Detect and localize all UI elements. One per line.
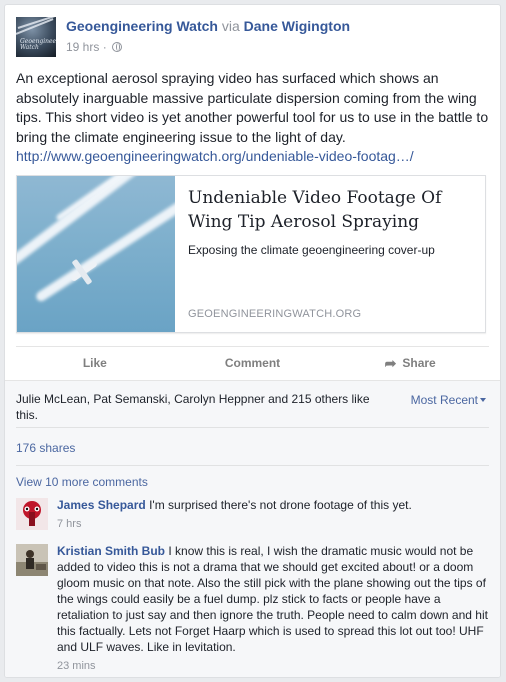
link-preview-description: Exposing the climate geoengineering cove…: [188, 243, 435, 257]
post-actions-bar: Like Comment ➦ Share: [16, 346, 489, 379]
comment-label: Comment: [224, 356, 281, 370]
post-author-line: Geoengineering Watch via Dane Wigington: [66, 18, 350, 34]
view-more-comments-link[interactable]: View 10 more comments: [16, 475, 148, 489]
link-preview-title[interactable]: Undeniable Video Footage Of Wing Tip Aer…: [188, 186, 473, 234]
share-label: Share: [402, 356, 436, 370]
post-meta: 19 hrs ·: [66, 40, 123, 54]
divider: [16, 465, 489, 466]
share-button[interactable]: ➦ Share: [331, 347, 489, 379]
post-header: Geoengineering Watch Geoengineering Watc…: [16, 17, 489, 57]
commenter-avatar[interactable]: [16, 544, 48, 576]
meta-separator: ·: [102, 40, 107, 54]
commenter-avatar[interactable]: [16, 498, 48, 530]
like-button[interactable]: Like: [16, 347, 174, 379]
link-preview-card[interactable]: Undeniable Video Footage Of Wing Tip Aer…: [16, 175, 486, 333]
commenter-name[interactable]: Kristian Smith Bub: [57, 544, 165, 558]
feedback-section: Julie McLean, Pat Semanski, Carolyn Hepp…: [5, 380, 500, 677]
post-card: Geoengineering Watch Geoengineering Watc…: [4, 4, 501, 678]
comment-text: I'm surprised there's not drone footage …: [149, 498, 412, 512]
comment-body: Kristian Smith Bub I know this is real, …: [57, 543, 489, 674]
via-text: via: [221, 18, 240, 34]
comment-body: James Shepard I'm surprised there's not …: [57, 497, 489, 532]
link-preview-text: Undeniable Video Footage Of Wing Tip Aer…: [188, 186, 473, 258]
post-timestamp[interactable]: 19 hrs: [66, 40, 99, 54]
post-body-text: An exceptional aerosol spraying video ha…: [16, 70, 489, 145]
likes-summary[interactable]: Julie McLean, Pat Semanski, Carolyn Hepp…: [16, 391, 386, 423]
post-body: An exceptional aerosol spraying video ha…: [16, 69, 492, 167]
comment-item: James Shepard I'm surprised there's not …: [16, 498, 489, 538]
page-name-link[interactable]: Geoengineering Watch: [66, 18, 218, 34]
chevron-down-icon: [480, 398, 486, 402]
comment-text: I know this is real, I wish the dramatic…: [57, 544, 488, 654]
commenter-name[interactable]: James Shepard: [57, 498, 146, 512]
comment-sort-label: Most Recent: [410, 393, 478, 407]
page-avatar[interactable]: Geoengineering Watch: [16, 17, 56, 57]
comment-button[interactable]: Comment: [174, 347, 332, 379]
comment-timestamp[interactable]: 23 mins: [57, 658, 489, 674]
comment-sort-dropdown[interactable]: Most Recent: [411, 393, 486, 407]
share-arrow-icon: ➦: [384, 354, 397, 371]
post-link[interactable]: http://www.geoengineeringwatch.org/unden…: [16, 147, 492, 167]
divider: [16, 427, 489, 428]
comment-item: Kristian Smith Bub I know this is real, …: [16, 543, 489, 677]
like-label: Like: [82, 356, 107, 370]
avatar-logo-text: Geoengineering Watch: [20, 38, 56, 51]
globe-icon[interactable]: [112, 42, 123, 52]
comment-timestamp[interactable]: 7 hrs: [57, 516, 489, 532]
author-link[interactable]: Dane Wigington: [244, 18, 350, 34]
link-preview-thumbnail[interactable]: [17, 176, 175, 332]
shares-count-link[interactable]: 176 shares: [16, 441, 75, 455]
link-preview-domain: GEOENGINEERINGWATCH.ORG: [188, 308, 362, 320]
